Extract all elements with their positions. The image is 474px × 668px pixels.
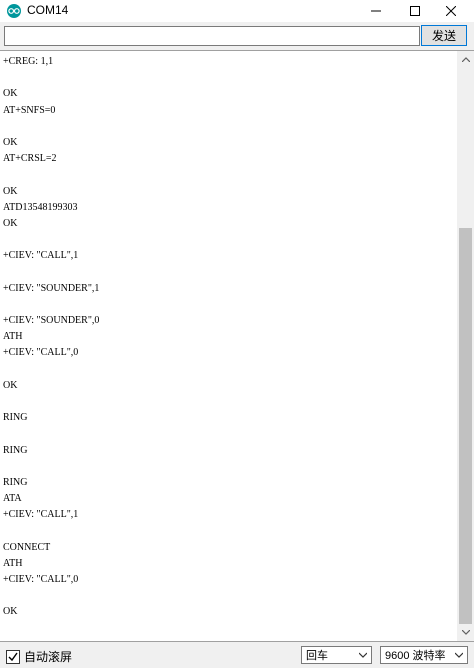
console-line: ATD13548199303 [3, 201, 78, 213]
chevron-down-icon [359, 652, 367, 658]
minimize-icon [371, 10, 381, 12]
console-line: ATH [3, 331, 23, 343]
console-line: +CIEV: "CALL",0 [3, 574, 79, 585]
console-line: +CIEV: "CALL",0 [3, 347, 79, 359]
title-bar: COM14 [0, 0, 474, 22]
console-line: AT+CRSL=2 [3, 153, 57, 165]
console-line: OK [3, 88, 18, 100]
scroll-down-icon[interactable] [457, 624, 474, 641]
console-line: +CIEV: "SOUNDER",0 [3, 315, 100, 326]
console-line: +CIEV: "CALL",1 [3, 250, 79, 262]
scroll-thumb[interactable] [459, 228, 472, 624]
console-line: AT+SNFS=0 [3, 104, 56, 116]
console-line: +CREG: 1,1 [3, 56, 54, 67]
serial-output-text: +CREG: 1,1 OK AT+SNFS=0 OK AT+CRSL=2 OK ATD135… [3, 54, 453, 639]
checkmark-icon [8, 652, 18, 661]
close-button[interactable] [428, 0, 474, 22]
console-line: OK [3, 606, 18, 618]
baud-rate-value: 9600 波特率 [385, 650, 446, 662]
autoscroll-checkbox[interactable] [6, 649, 20, 664]
line-ending-select[interactable]: 回车 [301, 646, 372, 664]
console-line: RING [3, 476, 28, 488]
console-line: OK [3, 136, 18, 148]
status-bar: 自动滚屏 回车 9600 波特率 [0, 642, 474, 668]
maximize-icon [410, 6, 420, 16]
chevron-down-icon [455, 652, 463, 658]
console-line: +CIEV: "CALL",1 [3, 509, 79, 521]
console-line: OK [3, 185, 18, 197]
console-line: CONNECT [3, 541, 51, 553]
console-line: ATH [3, 557, 23, 569]
send-button[interactable]: 发送 [421, 25, 467, 46]
vertical-scrollbar[interactable] [457, 51, 474, 641]
autoscroll-label: 自动滚屏 [24, 650, 73, 664]
console-line: RING [3, 412, 28, 424]
send-input[interactable] [4, 26, 420, 46]
line-ending-value: 回车 [306, 650, 328, 662]
scroll-up-icon[interactable] [457, 51, 474, 68]
console-line: RING [3, 444, 28, 456]
console-line: OK [3, 217, 18, 229]
close-icon [446, 6, 456, 16]
window-title: COM14 [27, 3, 69, 17]
serial-output-panel[interactable]: +CREG: 1,1 OK AT+SNFS=0 OK AT+CRSL=2 OK ATD135… [0, 50, 474, 642]
autoscroll-toggle[interactable]: 自动滚屏 [6, 648, 72, 665]
baud-rate-select[interactable]: 9600 波特率 [380, 646, 468, 664]
arduino-logo-icon [7, 4, 21, 18]
console-line: +CIEV: "SOUNDER",1 [3, 282, 100, 294]
send-toolbar: 发送 [0, 22, 474, 50]
console-line: ATA [3, 493, 22, 505]
console-line: OK [3, 379, 18, 391]
